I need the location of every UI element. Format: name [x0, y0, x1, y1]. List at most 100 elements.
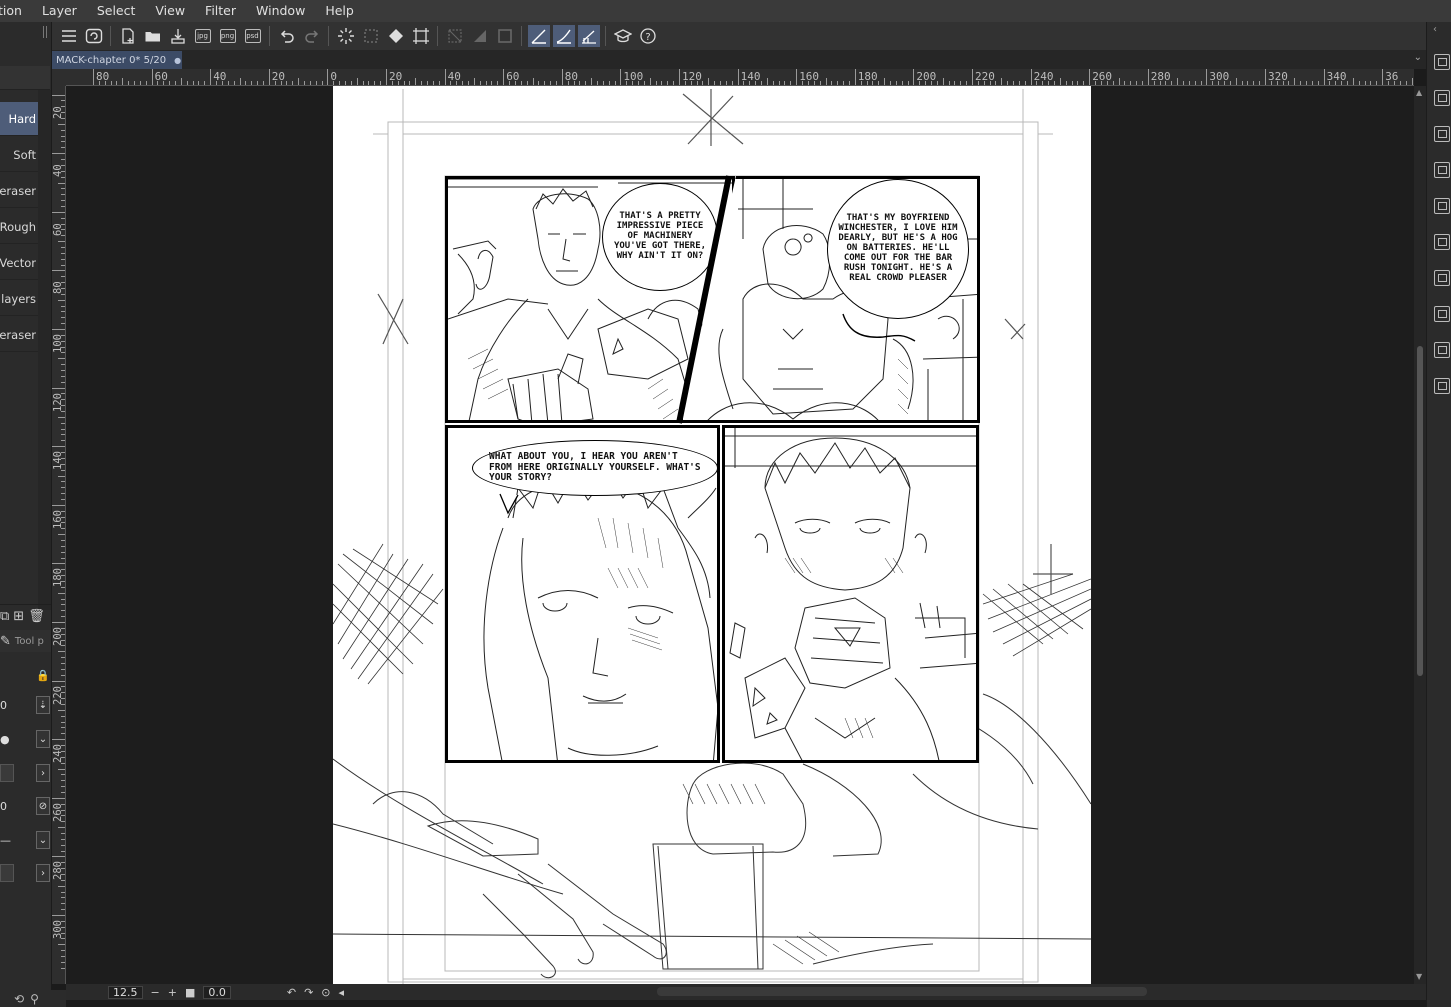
- lock-icon[interactable]: 🔒: [36, 669, 50, 682]
- ruler-tick: [268, 69, 270, 85]
- zoom-in-icon[interactable]: +: [168, 986, 177, 999]
- chevron-down-icon[interactable]: ⌄: [36, 831, 50, 849]
- transform-icon[interactable]: [410, 25, 432, 47]
- scroll-up-icon[interactable]: ▲: [1416, 88, 1422, 97]
- ruler-minor-tick: [614, 81, 616, 85]
- download-icon[interactable]: [1434, 342, 1450, 358]
- clear-icon[interactable]: [469, 25, 491, 47]
- snap-ruler-icon[interactable]: [527, 25, 550, 47]
- trash-icon[interactable]: 🗑: [28, 609, 45, 624]
- horizontal-scroll-thumb[interactable]: [657, 987, 1147, 996]
- ruler-minor-tick: [1329, 81, 1331, 85]
- snap-special-ruler-icon[interactable]: [552, 25, 575, 47]
- setting-swatch[interactable]: [0, 764, 14, 782]
- page-manager-icon[interactable]: [1434, 270, 1450, 286]
- auto-action-icon[interactable]: [1434, 234, 1450, 250]
- material-icon[interactable]: [1434, 162, 1450, 178]
- clip-studio-icon[interactable]: [83, 25, 105, 47]
- menu-window[interactable]: Window: [246, 0, 315, 22]
- ruler-tick: [52, 94, 65, 96]
- export-psd-icon[interactable]: psd: [242, 25, 264, 47]
- menu-help[interactable]: Help: [315, 0, 364, 22]
- pressure-icon[interactable]: ⇣: [36, 696, 50, 714]
- menu-select[interactable]: Select: [87, 0, 146, 22]
- brush-size-value[interactable]: 0: [0, 699, 7, 712]
- chevron-down-icon[interactable]: ⌄: [1414, 52, 1422, 63]
- zoom-tool-icon[interactable]: ⚲: [30, 992, 39, 1006]
- new-file-icon[interactable]: [117, 25, 139, 47]
- save-icon[interactable]: [167, 25, 189, 47]
- menu-filter[interactable]: Filter: [195, 0, 246, 22]
- chevron-left-icon[interactable]: ‹: [1433, 24, 1437, 35]
- menu-animation[interactable]: tion: [0, 0, 32, 22]
- zoom-level-field[interactable]: 12.5: [108, 985, 143, 999]
- chevron-right-icon[interactable]: ›: [36, 864, 50, 882]
- ruler-minor-tick: [58, 709, 65, 711]
- export-jpg-icon[interactable]: jpg: [192, 25, 214, 47]
- sub-tool-hard[interactable]: Hard: [0, 102, 38, 136]
- vertical-scrollbar[interactable]: ▲ ▼: [1414, 86, 1426, 984]
- document-tab[interactable]: MACK-chapter 0* 5/20 ●: [52, 51, 182, 69]
- chevron-right-icon[interactable]: ›: [36, 764, 50, 782]
- sub-tool-rough[interactable]: Rough: [0, 210, 38, 244]
- comic-page[interactable]: That's a pretty impressive piece of mach…: [333, 86, 1091, 984]
- rotate-right-icon[interactable]: ↷: [304, 986, 313, 999]
- snap-grid-icon[interactable]: [577, 25, 600, 47]
- sparkle-icon[interactable]: [335, 25, 357, 47]
- ruler-minor-tick: [608, 81, 610, 85]
- layer-search-icon[interactable]: [1434, 198, 1450, 214]
- brush-tip-icon[interactable]: ●: [0, 733, 10, 746]
- fill-icon[interactable]: [385, 25, 407, 47]
- sub-tool-eraser[interactable]: d eraser: [0, 174, 38, 208]
- panel-4-art: [725, 428, 976, 760]
- ruler-minor-tick: [819, 81, 821, 85]
- navigator-icon[interactable]: [1434, 54, 1450, 70]
- add-sub-tool-icon[interactable]: ⊞: [13, 609, 24, 624]
- rotate-tool-icon[interactable]: ⟲: [14, 992, 24, 1006]
- redo-icon[interactable]: [301, 25, 323, 47]
- reset-rotation-icon[interactable]: ⊙: [321, 986, 330, 999]
- stroke-icon[interactable]: —: [0, 834, 11, 847]
- fit-icon[interactable]: ■: [185, 986, 195, 999]
- ruler-tick: [679, 69, 680, 85]
- sub-tool-snap-eraser[interactable]: p eraser: [0, 318, 38, 352]
- setting-swatch[interactable]: [0, 864, 14, 882]
- border-icon[interactable]: [494, 25, 516, 47]
- vertical-ruler[interactable]: 20 40 60 80 100 120 140 160 180 200 220 240 260 280 30…: [52, 86, 66, 984]
- menu-view[interactable]: View: [145, 0, 195, 22]
- item-bank-icon[interactable]: [1434, 378, 1450, 394]
- selection-icon[interactable]: [360, 25, 382, 47]
- palette-drag-handle[interactable]: [43, 26, 47, 38]
- ruler-minor-tick: [61, 516, 65, 518]
- export-png-icon[interactable]: png: [217, 25, 239, 47]
- open-file-icon[interactable]: [142, 25, 164, 47]
- rotation-field[interactable]: 0.0: [203, 985, 231, 999]
- sub-tool-soft[interactable]: Soft: [0, 138, 38, 172]
- history-icon[interactable]: [1434, 306, 1450, 322]
- ruler-minor-tick: [251, 81, 253, 85]
- scroll-left-icon[interactable]: ◂: [339, 986, 345, 999]
- zoom-out-icon[interactable]: −: [151, 986, 160, 999]
- layer-property-icon[interactable]: [1434, 126, 1450, 142]
- hide-selection-icon[interactable]: [444, 25, 466, 47]
- scroll-down-icon[interactable]: ▼: [1416, 972, 1422, 981]
- chevron-down-icon[interactable]: ⌄: [36, 730, 50, 748]
- sub-view-icon[interactable]: [1434, 90, 1450, 106]
- canvas-area[interactable]: That's a pretty impressive piece of mach…: [66, 86, 1414, 984]
- menu-layer[interactable]: Layer: [32, 0, 87, 22]
- sub-tool-vector[interactable]: Vector: [0, 246, 38, 280]
- speech-bubble-1-text: That's a pretty impressive piece of mach…: [613, 211, 707, 261]
- undo-icon[interactable]: [276, 25, 298, 47]
- link-icon[interactable]: ⊘: [36, 797, 50, 815]
- menu-icon[interactable]: [58, 25, 80, 47]
- help-icon[interactable]: ?: [637, 25, 659, 47]
- ruler-tick: [1089, 69, 1091, 85]
- vertical-scroll-thumb[interactable]: [1417, 346, 1423, 676]
- horizontal-ruler[interactable]: 80 60 40 20 0 20 40 60 80 100 120 140 160 180 200 220 24…: [66, 69, 1414, 86]
- ruler-minor-tick: [61, 569, 65, 571]
- opacity-value[interactable]: 0: [0, 800, 7, 813]
- rotate-left-icon[interactable]: ↶: [287, 986, 296, 999]
- learn-icon[interactable]: [612, 25, 634, 47]
- sub-tool-multiple-layers[interactable]: e layers: [0, 282, 38, 316]
- duplicate-icon[interactable]: ⧉: [0, 609, 9, 624]
